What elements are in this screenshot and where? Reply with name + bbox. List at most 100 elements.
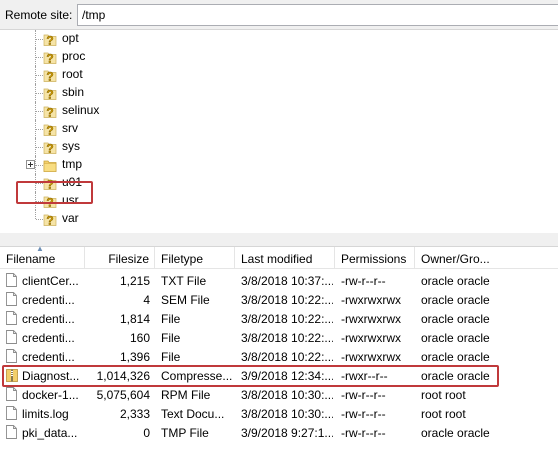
- tree-branch-line: [36, 183, 43, 184]
- file-row[interactable]: credenti... 1,396 File 3/8/2018 10:22:... -r…: [0, 347, 558, 366]
- tree-item-label: root: [62, 67, 83, 81]
- file-row[interactable]: clientCer... 1,215 TXT File 3/8/2018 10:37:…: [0, 271, 558, 290]
- tree-branch-line: [36, 219, 43, 220]
- file-modified: 3/9/2018 12:34:...: [241, 369, 333, 383]
- zip-file-icon: [6, 368, 18, 382]
- file-row[interactable]: pki_data... 0 TMP File 3/9/2018 9:27:1... -r…: [0, 423, 558, 442]
- file-modified: 3/9/2018 9:27:1...: [241, 426, 333, 440]
- file-row[interactable]: limits.log 2,333 Text Docu... 3/8/2018 10:3…: [0, 404, 558, 423]
- file-type: File: [161, 350, 181, 364]
- tree-item-label: selinux: [62, 103, 100, 117]
- tree-branch-line: [36, 39, 43, 40]
- file-name: credenti...: [22, 350, 75, 364]
- file-row[interactable]: credenti... 4 SEM File 3/8/2018 10:22:... -r…: [0, 290, 558, 309]
- tree-item-sbin[interactable]: ? sbin: [0, 84, 558, 102]
- file-permissions: -rw-r--r--: [341, 388, 386, 402]
- tree-item-selinux[interactable]: ? selinux: [0, 102, 558, 120]
- file-row[interactable]: docker-1... 5,075,604 RPM File 3/8/2018 10:…: [0, 385, 558, 404]
- tree-item-srv[interactable]: ? srv: [0, 120, 558, 138]
- file-modified: 3/8/2018 10:22:...: [241, 350, 333, 364]
- tree-item-proc[interactable]: ? proc: [0, 48, 558, 66]
- column-filesize[interactable]: Filesize: [85, 247, 155, 269]
- file-modified: 3/8/2018 10:30:...: [241, 388, 333, 402]
- tree-item-var[interactable]: ? var: [0, 210, 558, 228]
- file-name: credenti...: [22, 312, 75, 326]
- unknown-folder-icon: ?: [43, 49, 57, 66]
- unknown-folder-icon: ?: [43, 67, 57, 84]
- file-size: 1,396: [119, 350, 150, 364]
- file-icon: [6, 406, 17, 420]
- file-icon: [6, 292, 17, 306]
- svg-text:?: ?: [46, 142, 53, 156]
- remote-directory-tree[interactable]: ? opt? proc? root ? sbin? selinux ? srv? sys tmp? u…: [0, 30, 558, 233]
- file-permissions: -rw-r--r--: [341, 426, 386, 440]
- file-size: 1,215: [119, 274, 150, 288]
- file-permissions: -rwxrwxrwx: [341, 312, 401, 326]
- column-owner-group[interactable]: Owner/Gro...: [415, 247, 558, 269]
- file-permissions: -rwxr--r--: [341, 369, 388, 383]
- file-permissions: -rwxrwxrwx: [341, 331, 401, 345]
- file-row[interactable]: Diagnost... 1,014,326 Compresse... 3/9/2018…: [0, 366, 558, 385]
- unknown-folder-icon: ?: [43, 139, 57, 156]
- file-type: TXT File: [161, 274, 207, 288]
- file-size: 4: [143, 293, 150, 307]
- file-row[interactable]: credenti... 1,814 File 3/8/2018 10:22:... -r…: [0, 309, 558, 328]
- file-permissions: -rw-r--r--: [341, 274, 386, 288]
- file-owner: oracle oracle: [421, 293, 490, 307]
- tree-item-label: usr: [62, 193, 79, 207]
- file-icon: [6, 425, 17, 439]
- file-permissions: -rwxrwxrwx: [341, 293, 401, 307]
- pane-splitter[interactable]: [0, 233, 558, 247]
- file-name: docker-1...: [22, 388, 79, 402]
- folder-icon: [43, 157, 57, 173]
- tree-item-label: u01: [62, 175, 83, 189]
- file-type: File: [161, 331, 181, 345]
- file-name: credenti...: [22, 331, 75, 345]
- remote-site-bar: Remote site: /tmp: [0, 0, 558, 30]
- remote-file-list[interactable]: ▲ Filename Filesize Filetype Last modifi…: [0, 244, 558, 457]
- file-modified: 3/8/2018 10:37:...: [241, 274, 333, 288]
- tree-item-tmp[interactable]: tmp: [0, 156, 558, 174]
- svg-text:?: ?: [46, 52, 53, 66]
- file-size: 2,333: [119, 407, 150, 421]
- svg-text:?: ?: [46, 124, 53, 138]
- tree-item-usr[interactable]: ? usr: [0, 192, 558, 210]
- svg-text:?: ?: [46, 106, 53, 120]
- column-filename[interactable]: ▲ Filename: [0, 244, 85, 269]
- file-modified: 3/8/2018 10:22:...: [241, 293, 333, 307]
- file-owner: oracle oracle: [421, 274, 490, 288]
- svg-text:?: ?: [46, 70, 53, 84]
- file-size: 1,814: [119, 312, 150, 326]
- file-icon: [6, 273, 17, 287]
- file-owner: oracle oracle: [421, 369, 490, 383]
- remote-path-input[interactable]: /tmp: [77, 4, 558, 26]
- column-permissions[interactable]: Permissions: [335, 247, 415, 269]
- file-name: credenti...: [22, 293, 75, 307]
- tree-item-label: tmp: [62, 157, 83, 171]
- tree-item-opt[interactable]: ? opt: [0, 30, 558, 48]
- tree-item-label: var: [62, 211, 79, 225]
- file-permissions: -rwxrwxrwx: [341, 350, 401, 364]
- tree-branch-line: [36, 111, 43, 112]
- file-name: pki_data...: [22, 426, 78, 440]
- tree-item-sys[interactable]: ? sys: [0, 138, 558, 156]
- tree-branch-line: [36, 129, 43, 130]
- unknown-folder-icon: ?: [43, 175, 57, 192]
- tree-item-u01[interactable]: ? u01: [0, 174, 558, 192]
- tree-item-label: sys: [62, 139, 80, 153]
- file-icon: [6, 330, 17, 344]
- file-type: Compresse...: [161, 369, 233, 383]
- file-size: 160: [129, 331, 150, 345]
- column-last-modified[interactable]: Last modified: [235, 247, 335, 269]
- file-row[interactable]: credenti... 160 File 3/8/2018 10:22:... -rwx…: [0, 328, 558, 347]
- expand-icon[interactable]: [26, 160, 35, 169]
- tree-item-root[interactable]: ? root: [0, 66, 558, 84]
- svg-text:?: ?: [46, 214, 53, 228]
- file-owner: oracle oracle: [421, 312, 490, 326]
- svg-text:?: ?: [46, 88, 53, 102]
- column-filetype[interactable]: Filetype: [155, 247, 235, 269]
- svg-text:?: ?: [46, 196, 53, 210]
- unknown-folder-icon: ?: [43, 121, 57, 138]
- file-icon: [6, 311, 17, 325]
- file-owner: oracle oracle: [421, 350, 490, 364]
